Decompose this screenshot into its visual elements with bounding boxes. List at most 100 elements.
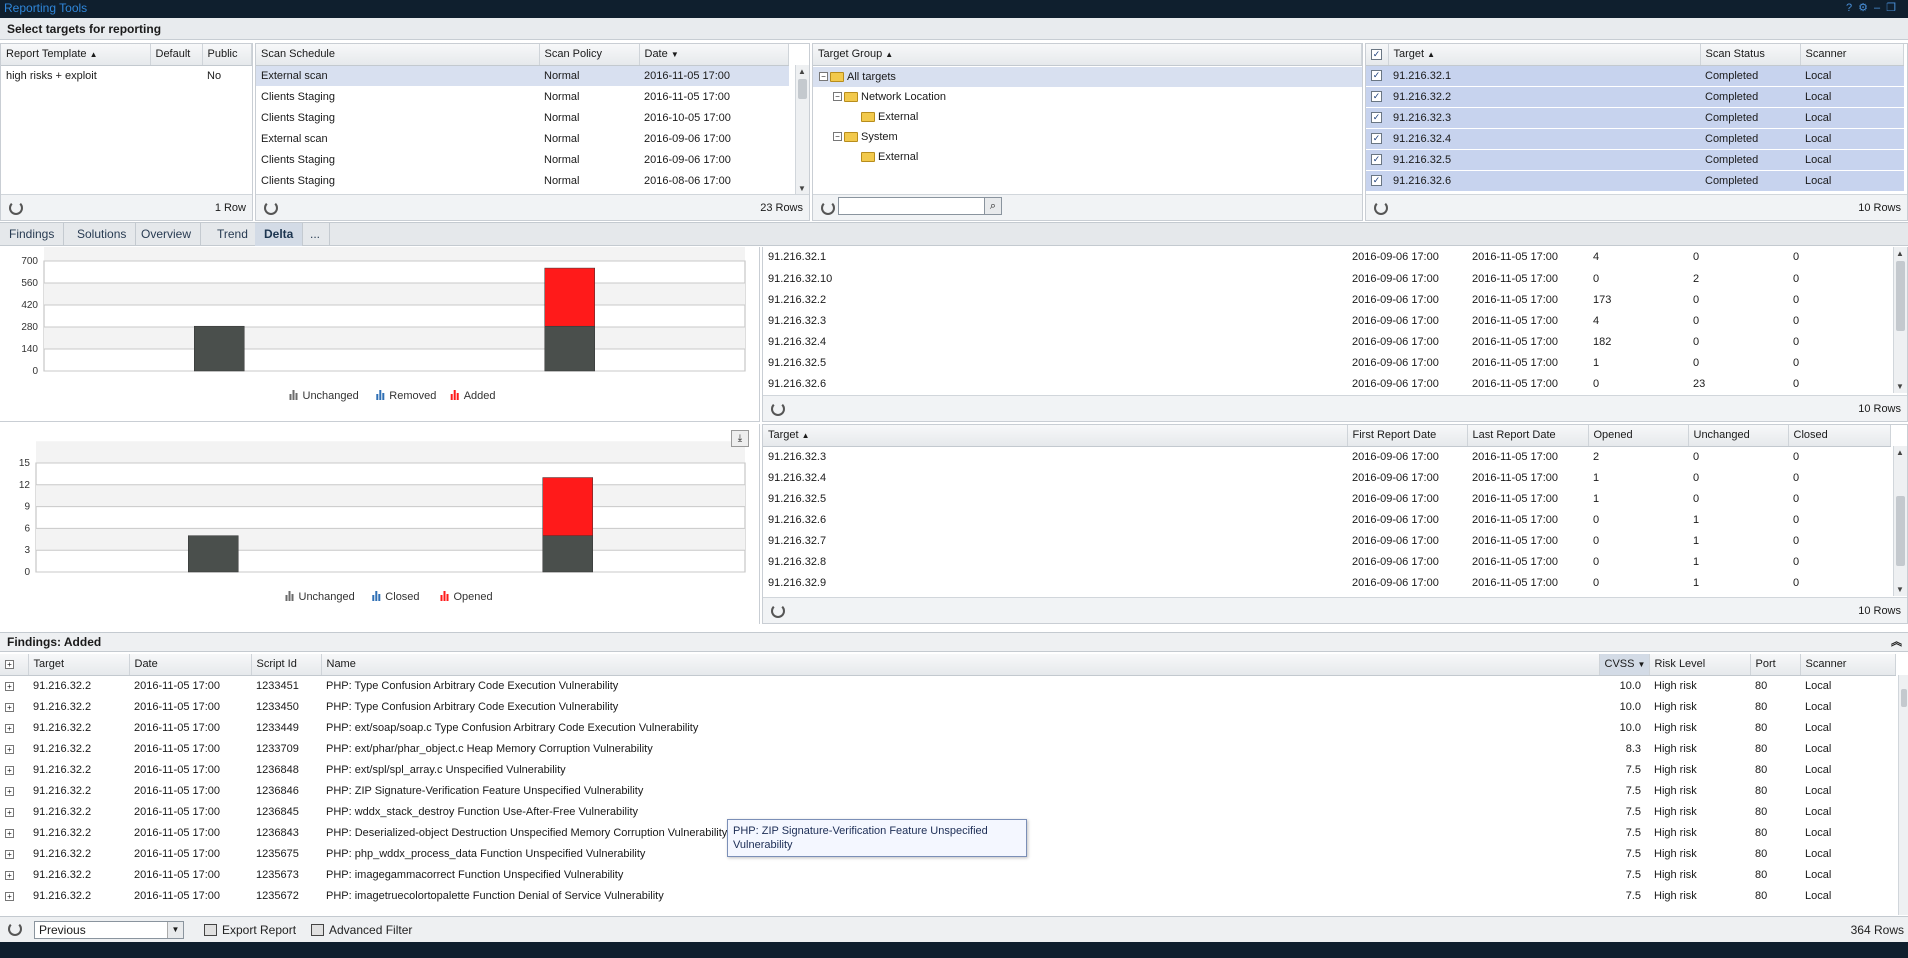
table-row[interactable]: ✓ 91.216.32.5 Completed Local <box>1366 149 1904 170</box>
column-header-target[interactable]: Target <box>28 654 130 676</box>
expand-row-icon[interactable]: + <box>5 870 14 880</box>
tab-delta[interactable]: Delta <box>255 223 304 246</box>
column-header-script-id[interactable]: Script Id <box>251 654 322 676</box>
tab-findings[interactable]: Findings <box>0 223 65 246</box>
column-header-port[interactable]: Port <box>1750 654 1801 676</box>
table-row[interactable]: +91.216.32.2 2016-11-05 17:00 1233451 PHP: … <box>0 675 1896 696</box>
table-row[interactable]: high risks + exploit No <box>1 65 252 86</box>
row-checkbox[interactable]: ✓ <box>1371 70 1382 82</box>
row-checkbox[interactable]: ✓ <box>1371 175 1382 187</box>
table-row[interactable]: 91.216.32.4 2016-09-06 17:00 2016-11-05 17… <box>763 467 1891 488</box>
gear-icon[interactable]: ⚙ <box>1858 2 1874 14</box>
tree-node[interactable]: − All targets <box>813 66 1362 87</box>
chevron-down-icon[interactable]: ▼ <box>167 922 183 938</box>
scroll-thumb[interactable] <box>798 79 807 99</box>
column-header-scan-policy[interactable]: Scan Policy <box>539 44 640 66</box>
table-row[interactable]: +91.216.32.2 2016-11-05 17:00 1236848 PHP: … <box>0 759 1896 780</box>
scroll-down-icon[interactable]: ▼ <box>1896 585 1904 594</box>
row-expander-cell[interactable]: + <box>0 675 28 696</box>
table-row[interactable]: Clients Staging Normal 2016-11-05 17:00 <box>256 86 789 107</box>
scroll-up-icon[interactable]: ▲ <box>1896 249 1904 258</box>
tab-more[interactable]: ... <box>301 223 331 246</box>
table-row[interactable]: 91.216.32.7 2016-09-06 17:00 2016-11-05 17… <box>763 530 1891 551</box>
expand-row-icon[interactable]: + <box>5 807 14 817</box>
column-header-opened[interactable]: Opened <box>1588 425 1689 447</box>
tab-overview[interactable]: Overview <box>132 223 202 246</box>
column-header-public[interactable]: Public <box>202 44 252 66</box>
table-row[interactable]: +91.216.32.2 2016-11-05 17:00 1233450 PHP: … <box>0 696 1896 717</box>
expand-row-icon[interactable]: + <box>5 891 14 901</box>
column-header-date[interactable]: Date ▼ <box>639 44 789 66</box>
column-header-scan-schedule[interactable]: Scan Schedule <box>256 44 540 66</box>
collapse-icon[interactable]: ︽ <box>1891 633 1902 652</box>
refresh-icon[interactable] <box>264 201 278 215</box>
column-header-default[interactable]: Default <box>150 44 203 66</box>
expand-all-cell[interactable]: + <box>0 654 29 676</box>
row-checkbox[interactable]: ✓ <box>1371 112 1382 124</box>
comparison-select[interactable]: Previous ▼ <box>34 921 184 939</box>
column-header-date[interactable]: Date <box>129 654 252 676</box>
table-row[interactable]: +91.216.32.2 2016-11-05 17:00 1233709 PHP: … <box>0 738 1896 759</box>
search-icon[interactable]: ⌕ <box>984 197 1002 215</box>
row-checkbox-cell[interactable]: ✓ <box>1366 149 1388 170</box>
column-header-closed[interactable]: Closed <box>1788 425 1891 447</box>
tree-node[interactable]: − System <box>813 127 1362 147</box>
table-row[interactable]: 91.216.32.5 2016-09-06 17:00 2016-11-05 17… <box>763 488 1891 509</box>
row-expander-cell[interactable]: + <box>0 843 28 864</box>
column-header-cvss[interactable]: CVSS ▼ <box>1599 654 1650 676</box>
scroll-thumb[interactable] <box>1896 261 1905 331</box>
help-icon[interactable]: ? <box>1846 2 1858 14</box>
target-group-search-input[interactable]: ⌕ <box>838 197 1002 215</box>
expand-row-icon[interactable]: + <box>5 681 14 691</box>
tree-toggle-icon[interactable]: − <box>833 132 842 142</box>
window-controls[interactable]: ?⚙–❐ <box>1846 0 1902 17</box>
row-expander-cell[interactable]: + <box>0 759 28 780</box>
table-row[interactable]: ✓ 91.216.32.4 Completed Local <box>1366 128 1904 149</box>
table-row[interactable]: External scan Normal 2016-09-06 17:00 <box>256 128 789 149</box>
minimize-icon[interactable]: – <box>1874 2 1886 14</box>
tab-trend[interactable]: Trend <box>208 223 258 246</box>
row-checkbox[interactable]: ✓ <box>1371 133 1382 145</box>
column-header-first-report-date[interactable]: First Report Date <box>1347 425 1468 447</box>
select-all-checkbox-cell[interactable]: ✓ <box>1366 44 1389 66</box>
row-checkbox[interactable]: ✓ <box>1371 154 1382 166</box>
table-row[interactable]: 91.216.32.9 2016-09-06 17:00 2016-11-05 17… <box>763 572 1891 593</box>
expand-row-icon[interactable]: + <box>5 786 14 796</box>
tab-solutions[interactable]: Solutions <box>68 223 137 246</box>
table-row[interactable]: +91.216.32.2 2016-11-05 17:00 1235672 PHP: … <box>0 885 1896 906</box>
row-expander-cell[interactable]: + <box>0 717 28 738</box>
column-header-target[interactable]: Target ▲ <box>1388 44 1701 66</box>
expand-row-icon[interactable]: + <box>5 744 14 754</box>
expand-row-icon[interactable]: + <box>5 849 14 859</box>
table-row[interactable]: 91.216.32.3 2016-09-06 17:00 2016-11-05 17… <box>763 446 1891 467</box>
scan-schedule-scrollbar[interactable]: ▲ ▼ <box>795 65 809 195</box>
column-header-report-template[interactable]: Report Template ▲ <box>1 44 151 66</box>
expand-row-icon[interactable]: + <box>5 723 14 733</box>
tree-toggle-icon[interactable]: − <box>819 72 828 82</box>
scroll-thumb[interactable] <box>1901 689 1907 707</box>
table-row[interactable]: ✓ 91.216.32.3 Completed Local <box>1366 107 1904 128</box>
delta-ports-scrollbar[interactable]: ▲ ▼ <box>1893 446 1907 596</box>
table-row[interactable]: 91.216.32.1 2016-09-06 17:00 2016-11-05 17… <box>763 247 1891 268</box>
row-expander-cell[interactable]: + <box>0 738 28 759</box>
table-row[interactable]: Clients Staging Normal 2016-08-06 17:00 <box>256 170 789 191</box>
export-report-button[interactable]: Export Report <box>204 917 296 943</box>
column-header-unchanged[interactable]: Unchanged <box>1688 425 1789 447</box>
table-row[interactable]: 91.216.32.6 2016-09-06 17:00 2016-11-05 17… <box>763 509 1891 530</box>
column-header-name[interactable]: Name <box>321 654 1600 676</box>
tree-toggle-icon[interactable]: − <box>833 92 842 102</box>
row-expander-cell[interactable]: + <box>0 801 28 822</box>
advanced-filter-button[interactable]: Advanced Filter <box>311 917 412 943</box>
table-row[interactable]: +91.216.32.2 2016-11-05 17:00 1233449 PHP: … <box>0 717 1896 738</box>
row-expander-cell[interactable]: + <box>0 864 28 885</box>
row-expander-cell[interactable]: + <box>0 696 28 717</box>
refresh-icon[interactable] <box>821 201 835 215</box>
scroll-down-icon[interactable]: ▼ <box>798 184 806 193</box>
row-checkbox-cell[interactable]: ✓ <box>1366 170 1388 191</box>
column-header-target-group[interactable]: Target Group ▲ <box>813 44 1362 66</box>
scroll-thumb[interactable] <box>1896 496 1905 566</box>
row-checkbox-cell[interactable]: ✓ <box>1366 128 1388 149</box>
table-row[interactable]: ✓ 91.216.32.2 Completed Local <box>1366 86 1904 107</box>
scroll-up-icon[interactable]: ▲ <box>1896 448 1904 457</box>
row-checkbox-cell[interactable]: ✓ <box>1366 86 1388 107</box>
